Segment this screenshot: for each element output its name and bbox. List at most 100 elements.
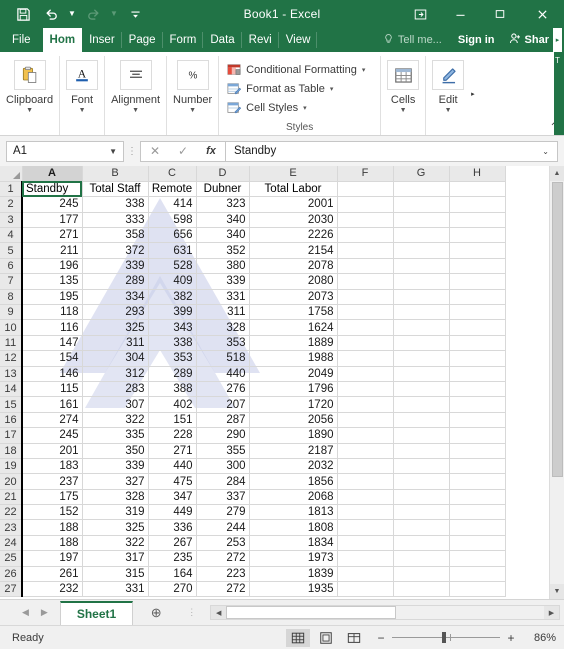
zoom-slider[interactable] [392, 632, 500, 643]
add-sheet-button[interactable]: ⊕ [143, 602, 169, 624]
restore-button[interactable] [480, 0, 520, 28]
row-header[interactable]: 5 [0, 242, 23, 259]
data-cell[interactable]: 270 [148, 581, 197, 598]
empty-cell[interactable] [449, 519, 506, 536]
empty-cell[interactable] [337, 550, 394, 567]
data-cell[interactable]: 283 [82, 381, 149, 398]
empty-cell[interactable] [393, 212, 450, 229]
share-overflow-caret[interactable]: ▸ [553, 28, 562, 52]
empty-cell[interactable] [393, 412, 450, 429]
empty-cell[interactable] [393, 458, 450, 475]
empty-cell[interactable] [393, 196, 450, 213]
select-all-corner[interactable] [0, 166, 23, 182]
data-cell[interactable]: 1624 [249, 319, 338, 336]
empty-cell[interactable] [393, 535, 450, 552]
worksheet-scroll-region[interactable]: A B C D E F G H 1 Standby Total Staff Remot… [0, 166, 549, 599]
data-cell[interactable]: 237 [21, 473, 83, 490]
empty-cell[interactable] [449, 335, 506, 352]
row-header[interactable]: 6 [0, 258, 23, 275]
empty-cell[interactable] [393, 396, 450, 413]
tab-formulas[interactable]: Form [163, 28, 204, 52]
empty-cell[interactable] [337, 258, 394, 275]
data-cell[interactable]: 201 [21, 443, 83, 459]
data-cell[interactable]: 290 [196, 427, 250, 444]
data-cell[interactable]: 271 [148, 443, 197, 459]
data-cell[interactable]: 188 [21, 535, 83, 552]
tab-page-layout[interactable]: Page [122, 28, 163, 52]
data-cell[interactable]: 656 [148, 227, 197, 244]
data-cell[interactable]: 152 [21, 504, 83, 521]
empty-cell[interactable] [337, 304, 394, 321]
empty-cell[interactable] [337, 396, 394, 413]
data-cell[interactable]: 322 [82, 535, 149, 552]
data-cell[interactable]: 598 [148, 212, 197, 229]
data-cell[interactable]: 195 [21, 289, 83, 306]
empty-cell[interactable] [393, 550, 450, 567]
empty-cell[interactable] [393, 443, 450, 459]
column-header-a[interactable]: A [22, 166, 83, 182]
data-cell[interactable]: 232 [21, 581, 83, 598]
data-cell[interactable]: 223 [196, 566, 250, 583]
empty-cell[interactable] [337, 489, 394, 506]
data-cell[interactable]: 154 [21, 350, 83, 367]
data-cell[interactable]: 1720 [249, 396, 338, 413]
data-cell[interactable]: 267 [148, 535, 197, 552]
undo-icon[interactable] [38, 3, 64, 25]
data-cell[interactable]: 175 [21, 489, 83, 506]
row-header[interactable]: 17 [0, 427, 23, 444]
data-cell[interactable]: 245 [21, 196, 83, 213]
data-cell[interactable]: 300 [196, 458, 250, 475]
data-cell[interactable]: 380 [196, 258, 250, 275]
empty-cell[interactable] [337, 535, 394, 552]
empty-cell[interactable] [449, 273, 506, 290]
data-cell[interactable]: 118 [21, 304, 83, 321]
data-cell[interactable]: 340 [196, 212, 250, 229]
formula-input[interactable]: Standby ⌄ [225, 140, 558, 162]
row-header[interactable]: 16 [0, 412, 23, 429]
data-cell[interactable]: 147 [21, 335, 83, 352]
data-cell[interactable]: 2154 [249, 242, 338, 259]
tell-me-box[interactable]: Tell me... [375, 33, 450, 48]
data-cell[interactable]: 245 [21, 427, 83, 444]
empty-cell[interactable] [337, 519, 394, 536]
sheet-tab-sheet1[interactable]: Sheet1 [59, 600, 134, 625]
empty-cell[interactable] [393, 181, 450, 198]
cells-dropdown-caret[interactable]: ▼ [400, 107, 407, 114]
row-header[interactable]: 8 [0, 289, 23, 306]
row-header[interactable]: 12 [0, 350, 23, 367]
data-cell[interactable]: 164 [148, 566, 197, 583]
empty-cell[interactable] [393, 489, 450, 506]
data-cell[interactable]: 353 [148, 350, 197, 367]
chevron-down-icon[interactable]: ▾ [330, 85, 334, 93]
data-cell[interactable]: 279 [196, 504, 250, 521]
data-cell[interactable]: 333 [82, 212, 149, 229]
data-cell[interactable]: 382 [148, 289, 197, 306]
enter-icon[interactable]: ✓ [169, 142, 197, 161]
data-cell[interactable]: 327 [82, 473, 149, 490]
data-cell[interactable]: 440 [148, 458, 197, 475]
data-cell[interactable]: 335 [82, 427, 149, 444]
data-cell[interactable]: 358 [82, 227, 149, 244]
empty-cell[interactable] [449, 212, 506, 229]
minimize-button[interactable] [440, 0, 480, 28]
empty-cell[interactable] [449, 412, 506, 429]
empty-cell[interactable] [449, 289, 506, 306]
zoom-out-button[interactable]: − [376, 631, 386, 645]
data-cell[interactable]: 261 [21, 566, 83, 583]
data-cell[interactable]: 339 [196, 273, 250, 290]
previous-sheet-button[interactable]: ◀ [22, 607, 29, 618]
data-cell[interactable]: 2187 [249, 443, 338, 459]
data-cell[interactable]: 325 [82, 519, 149, 536]
data-cell[interactable]: 340 [196, 227, 250, 244]
tab-home[interactable]: Hom [42, 28, 83, 52]
data-cell[interactable]: 440 [196, 366, 250, 382]
column-header-b[interactable]: B [82, 166, 149, 182]
close-button[interactable] [520, 0, 564, 28]
data-cell[interactable]: 518 [196, 350, 250, 367]
data-cell[interactable]: 244 [196, 519, 250, 536]
data-cell[interactable]: 2049 [249, 366, 338, 382]
empty-cell[interactable] [393, 258, 450, 275]
tab-review[interactable]: Revi [242, 28, 279, 52]
empty-cell[interactable] [449, 366, 506, 382]
column-header-e[interactable]: E [249, 166, 338, 182]
